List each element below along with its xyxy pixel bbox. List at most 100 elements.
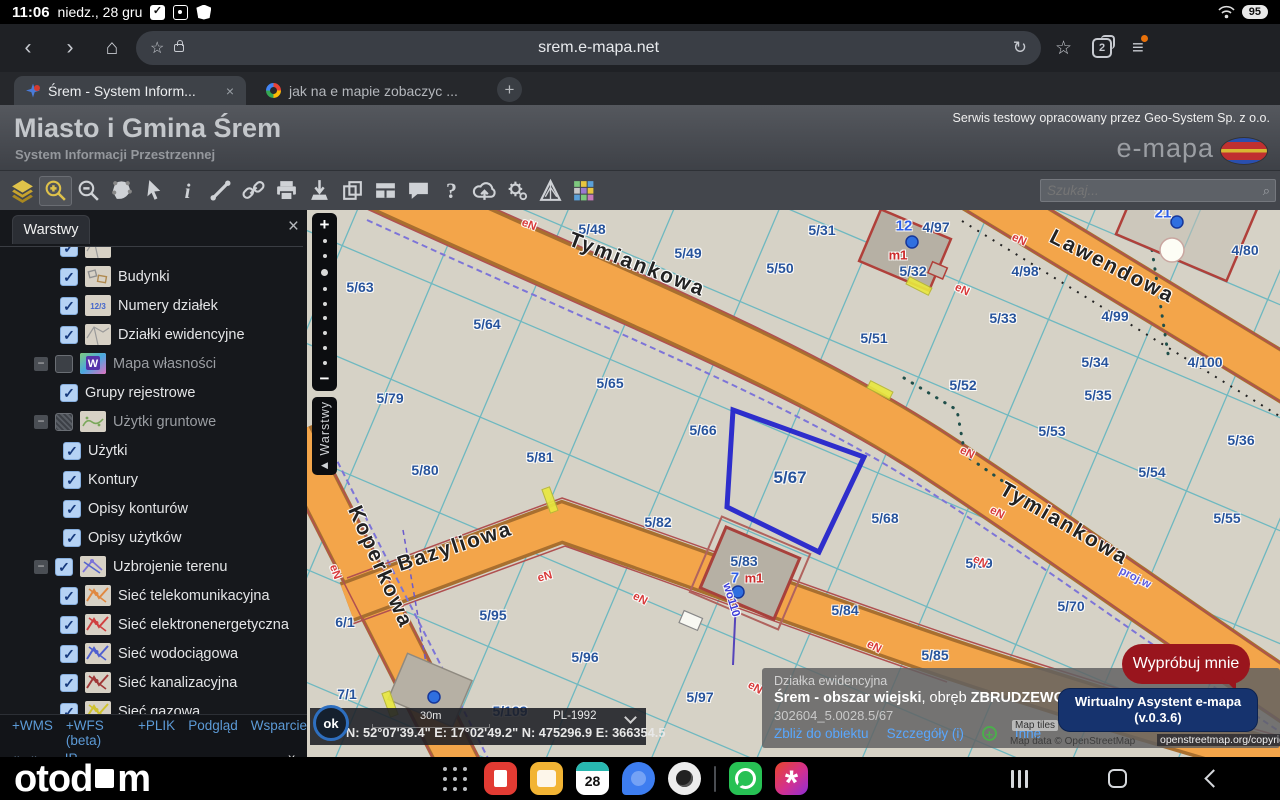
layer-row-budynki[interactable]: ✓ Budynki (0, 262, 303, 291)
assistant-badge[interactable]: Wirtualny Asystent e-mapa (v.0.3.6) (1058, 688, 1258, 732)
recents-button[interactable] (1011, 769, 1028, 788)
bookmark-star-icon[interactable]: ☆ (150, 38, 164, 58)
pointer-icon[interactable] (138, 176, 171, 206)
messages-app-icon[interactable] (622, 762, 655, 795)
back-nav-button[interactable] (1204, 769, 1223, 788)
footer-link-wfsbeta[interactable]: +WFS (beta) (66, 718, 125, 748)
layer-label[interactable]: Budynki (118, 269, 170, 285)
url-text[interactable]: srem.e-mapa.net (184, 39, 1012, 57)
layers-collapse-tab[interactable]: Warstwy ◀ (312, 397, 337, 475)
layer-checkbox[interactable]: ✓ (63, 441, 81, 460)
layer-checkbox[interactable]: ✓ (60, 296, 78, 315)
zoom-in-button[interactable]: + (320, 216, 330, 233)
zoom-control[interactable]: + − (312, 213, 337, 391)
browser-menu-button[interactable]: ≡ (1132, 34, 1148, 60)
layer-label[interactable]: Sieć kanalizacyjna (118, 675, 237, 691)
reload-button[interactable]: ↻ (1013, 38, 1027, 58)
tab-close-icon[interactable]: × (226, 83, 234, 99)
chevron-down-icon[interactable] (624, 711, 637, 724)
layer-label[interactable]: Sieć wodociągowa (118, 646, 238, 662)
layer-checkbox[interactable]: ✓ (60, 673, 78, 692)
layer-row-sieć-kanalizacyjna[interactable]: ✓ Sieć kanalizacyjna (0, 668, 303, 697)
tab-switcher-button[interactable]: 2 (1092, 35, 1116, 58)
layer-label[interactable]: Kontury (88, 472, 138, 488)
layer-checkbox[interactable]: ✓ (55, 557, 73, 576)
layer-checkbox[interactable] (55, 354, 73, 373)
layers-icon[interactable] (6, 176, 39, 206)
layer-row-numery-działek[interactable]: ✓ 12/3 Numery działek (0, 291, 303, 320)
forward-button[interactable]: › (52, 36, 88, 60)
add-icon[interactable]: + (981, 726, 997, 741)
layer-label[interactable]: Sieć elektronenergetyczna (118, 617, 289, 633)
ok-button[interactable]: ok (313, 705, 349, 741)
home-button[interactable]: ⌂ (94, 36, 130, 60)
layer-row-użytki[interactable]: ✓ Użytki (0, 436, 303, 465)
footer-link-wsparcie[interactable]: Wsparcie (251, 718, 307, 748)
tab-google-search[interactable]: jak na e mapie zobaczyc ... (254, 76, 489, 105)
layer-label[interactable]: Opisy konturów (88, 501, 188, 517)
expander-icon[interactable]: − (34, 414, 48, 429)
zoom-to-object-link[interactable]: Zbliż do obiektu (774, 726, 869, 741)
layer-label[interactable]: Użytki (88, 443, 127, 459)
layer-row-uzbrojenie-terenu[interactable]: − ✓ Uzbrojenie terenu (0, 552, 303, 581)
layer-label[interactable]: Numery działek (118, 298, 218, 314)
layer-label[interactable]: Uzbrojenie terenu (113, 559, 227, 575)
layer-row-opisy-konturów[interactable]: ✓ Opisy konturów (0, 494, 303, 523)
layer-label[interactable]: Użytki gruntowe (113, 414, 216, 430)
expander-icon[interactable]: − (34, 559, 48, 574)
crs-selector[interactable]: PL-1992 (553, 710, 596, 722)
layer-row-opisy-użytków[interactable]: ✓ Opisy użytków (0, 523, 303, 552)
search-box[interactable]: ⌕ (1040, 179, 1276, 202)
layer-row-grupy-rejestrowe[interactable]: ✓ Grupy rejestrowe (0, 378, 303, 407)
footer-link-plik[interactable]: +PLIK (138, 718, 175, 748)
layer-label[interactable]: Mapa własności (113, 356, 216, 372)
zoom-level-dot[interactable] (322, 361, 327, 365)
layer-checkbox[interactable]: ✓ (60, 702, 78, 714)
search-input[interactable] (1041, 183, 1263, 198)
layer-label[interactable]: Grupy rejestrowe (85, 385, 195, 401)
layer-checkbox[interactable]: ✓ (60, 325, 78, 344)
whatsapp-app-icon[interactable] (729, 762, 762, 795)
files-app-icon[interactable] (530, 762, 563, 795)
compare-icon[interactable] (534, 176, 567, 206)
home-nav-button[interactable] (1108, 769, 1127, 788)
select-area-icon[interactable] (105, 176, 138, 206)
layer-checkbox[interactable]: ✓ (60, 267, 78, 286)
zoom-level-dot[interactable] (322, 316, 327, 321)
favorites-icon[interactable]: ☆ (1055, 37, 1072, 60)
layer-label[interactable]: Opisy użytków (88, 530, 181, 546)
osm-copyright[interactable]: openstreetmap.org/copyright (1157, 734, 1280, 746)
gallery-app-icon[interactable] (775, 762, 808, 800)
details-link[interactable]: Szczegóły (i) (887, 726, 964, 741)
zoom-level-dot[interactable] (322, 301, 327, 306)
layer-label[interactable]: Działki ewidencyjne (118, 327, 245, 343)
zoom-slider[interactable] (321, 233, 328, 371)
zoom-level-dot[interactable] (322, 346, 327, 351)
footer-link-podgld[interactable]: Podgląd (188, 718, 238, 748)
calendar-app-icon[interactable]: 28 (576, 762, 609, 795)
windows-icon[interactable] (336, 176, 369, 206)
assistant-cta-button[interactable]: Wypróbuj mnie (1122, 644, 1250, 684)
settings-icon[interactable] (501, 176, 534, 206)
layer-label[interactable]: Sieć telekomunikacyjna (118, 588, 270, 604)
zoom-level-dot[interactable] (322, 286, 327, 291)
layer-row-kontury[interactable]: ✓ Kontury (0, 465, 303, 494)
zoom-out-icon[interactable] (72, 176, 105, 206)
comment-icon[interactable] (402, 176, 435, 206)
print-icon[interactable] (270, 176, 303, 206)
download-icon[interactable] (303, 176, 336, 206)
panel-close-icon[interactable]: × (288, 216, 299, 238)
legend-icon[interactable] (567, 176, 600, 206)
footer-link-wms[interactable]: +WMS (12, 718, 53, 748)
layer-row-sieć-telekomunikacyjna[interactable]: ✓ Sieć telekomunikacyjna (0, 581, 303, 610)
layer-row-działki-ewidencyjne[interactable]: ✓ Działki ewidencyjne (0, 320, 303, 349)
layer-checkbox[interactable] (55, 412, 73, 431)
layer-label[interactable]: Sieć gazowa (118, 704, 200, 715)
layer-checkbox[interactable]: ✓ (60, 615, 78, 634)
layer-checkbox[interactable]: ✓ (60, 247, 78, 257)
layer-row-mapa-własności[interactable]: − W Mapa własności (0, 349, 303, 378)
notes-app-icon[interactable] (484, 762, 517, 795)
tab-srem-sip[interactable]: Śrem - System Inform... × (14, 76, 246, 105)
back-button[interactable]: ‹ (10, 36, 46, 60)
zoom-in-icon[interactable] (39, 175, 72, 206)
